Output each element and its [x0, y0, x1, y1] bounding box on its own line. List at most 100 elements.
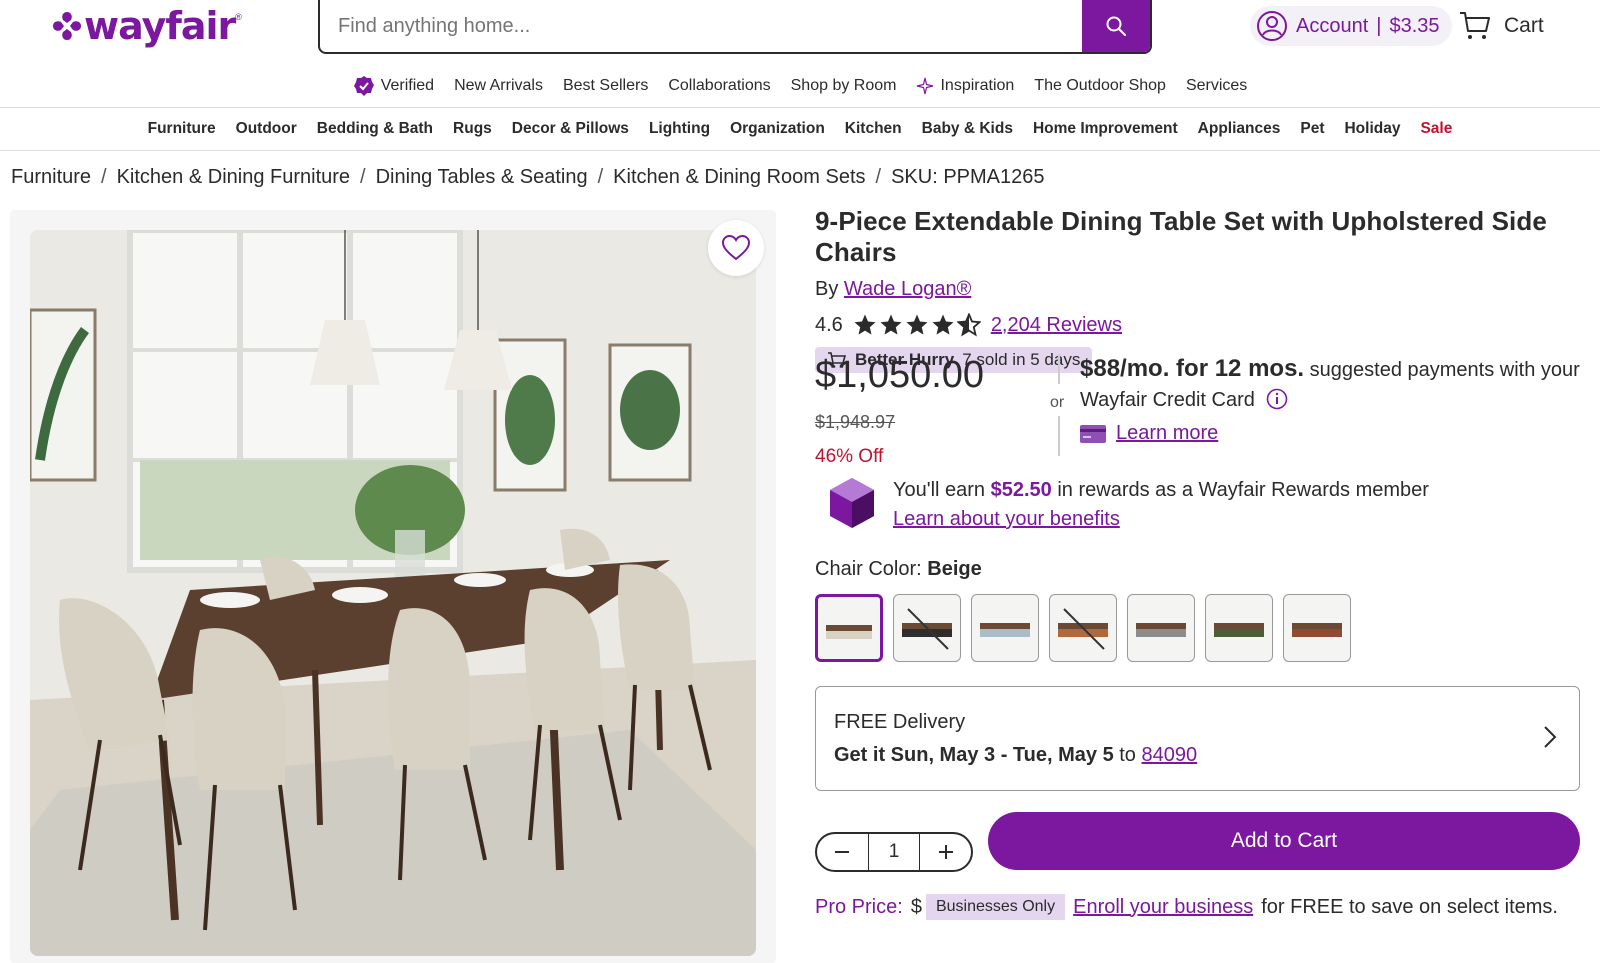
category-bedding-bath[interactable]: Bedding & Bath	[317, 120, 433, 138]
increase-quantity-button[interactable]	[920, 834, 971, 870]
swatch-light-blue[interactable]	[971, 594, 1039, 662]
nav-label: Inspiration	[940, 77, 1015, 94]
product-image[interactable]	[30, 230, 756, 956]
brand-link[interactable]: Wade Logan®	[844, 278, 971, 300]
search-button[interactable]	[1082, 0, 1150, 52]
account-divider: |	[1376, 14, 1382, 37]
nav-label: New Arrivals	[454, 77, 543, 94]
breadcrumb-furniture[interactable]: Furniture	[11, 166, 91, 189]
category-furniture[interactable]: Furniture	[148, 120, 216, 138]
chevron-right-icon	[1544, 726, 1557, 748]
header: wayfair ® Account | $3.35 Cart	[0, 0, 1600, 62]
minus-icon	[835, 851, 850, 853]
search-icon	[1106, 16, 1127, 37]
cart-button[interactable]: Cart	[1458, 10, 1544, 42]
zip-link[interactable]: 84090	[1142, 744, 1198, 766]
color-value: Beige	[927, 558, 982, 580]
plus-icon	[938, 845, 953, 859]
swatch-brown[interactable]	[1049, 594, 1117, 662]
sparkle-icon	[917, 77, 934, 95]
category-outdoor[interactable]: Outdoor	[236, 120, 297, 138]
enroll-text: for FREE to save on select items.	[1261, 895, 1558, 918]
or-label: or	[1050, 394, 1065, 411]
color-swatches	[815, 594, 1351, 662]
top-nav: Verified New Arrivals Best Sellers Colla…	[0, 74, 1600, 108]
pro-price-value: $	[910, 895, 922, 918]
reviews-link[interactable]: 2,204 Reviews	[991, 314, 1122, 337]
nav-services[interactable]: Services	[1186, 74, 1247, 98]
breadcrumb-dining-tables[interactable]: Dining Tables & Seating	[376, 166, 588, 189]
nav-new-arrivals[interactable]: New Arrivals	[454, 74, 543, 98]
rewards-text: You'll earn $52.50 in rewards as a Wayfa…	[893, 476, 1429, 534]
brand-line: By Wade Logan®	[815, 278, 1585, 301]
nav-label: Shop by Room	[790, 77, 897, 94]
swatch-beige[interactable]	[815, 594, 883, 662]
rewards-benefits-link[interactable]: Learn about your benefits	[893, 508, 1120, 530]
quantity-value[interactable]: 1	[867, 834, 921, 870]
breadcrumb-separator: /	[597, 166, 604, 188]
category-decor-pillows[interactable]: Decor & Pillows	[512, 120, 629, 138]
nav-label: Collaborations	[668, 77, 771, 94]
search-bar	[318, 0, 1152, 54]
swatch-thumbnail	[902, 608, 952, 650]
swatch-black[interactable]	[893, 594, 961, 662]
credit-card-icon	[1080, 424, 1106, 443]
wayfair-logo[interactable]: wayfair ®	[50, 4, 242, 48]
nav-inspiration[interactable]: Inspiration	[916, 74, 1014, 98]
rating-stars	[853, 313, 981, 337]
logo-icon	[53, 12, 81, 40]
logo-registered: ®	[235, 12, 242, 22]
swatch-thumbnail	[1058, 608, 1108, 650]
monthly-price: $88/mo. for 12 mos.	[1080, 355, 1305, 382]
category-holiday[interactable]: Holiday	[1344, 120, 1400, 138]
divider-line	[1058, 354, 1060, 384]
learn-more-link[interactable]: Learn more	[1116, 422, 1218, 445]
breadcrumb-kitchen-dining-furniture[interactable]: Kitchen & Dining Furniture	[117, 166, 350, 189]
search-input[interactable]	[320, 0, 1082, 52]
breadcrumb-separator: /	[360, 166, 366, 188]
category-sale[interactable]: Sale	[1420, 120, 1452, 138]
swatch-rust[interactable]	[1283, 594, 1351, 662]
learn-more-row: Learn more	[1080, 422, 1218, 445]
nav-verified[interactable]: Verified	[353, 74, 434, 98]
nav-collaborations[interactable]: Collaborations	[668, 74, 770, 98]
nav-label: Best Sellers	[562, 77, 649, 94]
swatch-green[interactable]	[1205, 594, 1273, 662]
category-kitchen[interactable]: Kitchen	[845, 120, 902, 138]
verified-badge-icon	[353, 76, 374, 96]
category-home-improvement[interactable]: Home Improvement	[1033, 120, 1178, 138]
star-full-icon	[880, 314, 902, 335]
breadcrumb-sku: SKU: PPMA1265	[891, 166, 1045, 188]
favorite-button[interactable]	[708, 220, 764, 276]
original-price: $1,948.97	[815, 412, 896, 432]
breadcrumb-room-sets[interactable]: Kitchen & Dining Room Sets	[613, 166, 865, 189]
logo-text: wayfair	[84, 4, 236, 48]
category-pet[interactable]: Pet	[1300, 120, 1324, 138]
breadcrumb-separator: /	[101, 166, 107, 188]
category-baby-kids[interactable]: Baby & Kids	[922, 120, 1013, 138]
add-to-cart-button[interactable]: Add to Cart	[988, 812, 1580, 870]
category-appliances[interactable]: Appliances	[1198, 120, 1281, 138]
nav-shop-by-room[interactable]: Shop by Room	[791, 74, 897, 98]
quantity-stepper: 1	[815, 832, 973, 872]
enroll-business-link[interactable]: Enroll your business	[1073, 896, 1253, 919]
category-nav: Furniture Outdoor Bedding & Bath Rugs De…	[0, 108, 1600, 151]
rewards-post: in rewards as a Wayfair Rewards member	[1057, 479, 1429, 501]
info-icon[interactable]	[1266, 388, 1288, 410]
rewards-amount: $52.50	[990, 479, 1052, 501]
category-organization[interactable]: Organization	[730, 120, 825, 138]
rating-value: 4.6	[815, 313, 843, 336]
delivery-card[interactable]: FREE Delivery Get it Sun, May 3 - Tue, M…	[815, 686, 1580, 791]
chair-color-label: Chair Color: Beige	[815, 558, 982, 581]
rewards-pre: You'll earn	[893, 479, 986, 501]
nav-label: Services	[1185, 77, 1248, 94]
category-rugs[interactable]: Rugs	[453, 120, 492, 138]
category-lighting[interactable]: Lighting	[649, 120, 710, 138]
businesses-only-badge: Businesses Only	[925, 894, 1066, 920]
nav-outdoor-shop[interactable]: The Outdoor Shop	[1034, 74, 1166, 98]
account-button[interactable]: Account | $3.35	[1250, 6, 1452, 46]
nav-label: Verified	[380, 77, 435, 94]
decrease-quantity-button[interactable]	[817, 834, 868, 870]
nav-best-sellers[interactable]: Best Sellers	[563, 74, 648, 98]
swatch-gray[interactable]	[1127, 594, 1195, 662]
